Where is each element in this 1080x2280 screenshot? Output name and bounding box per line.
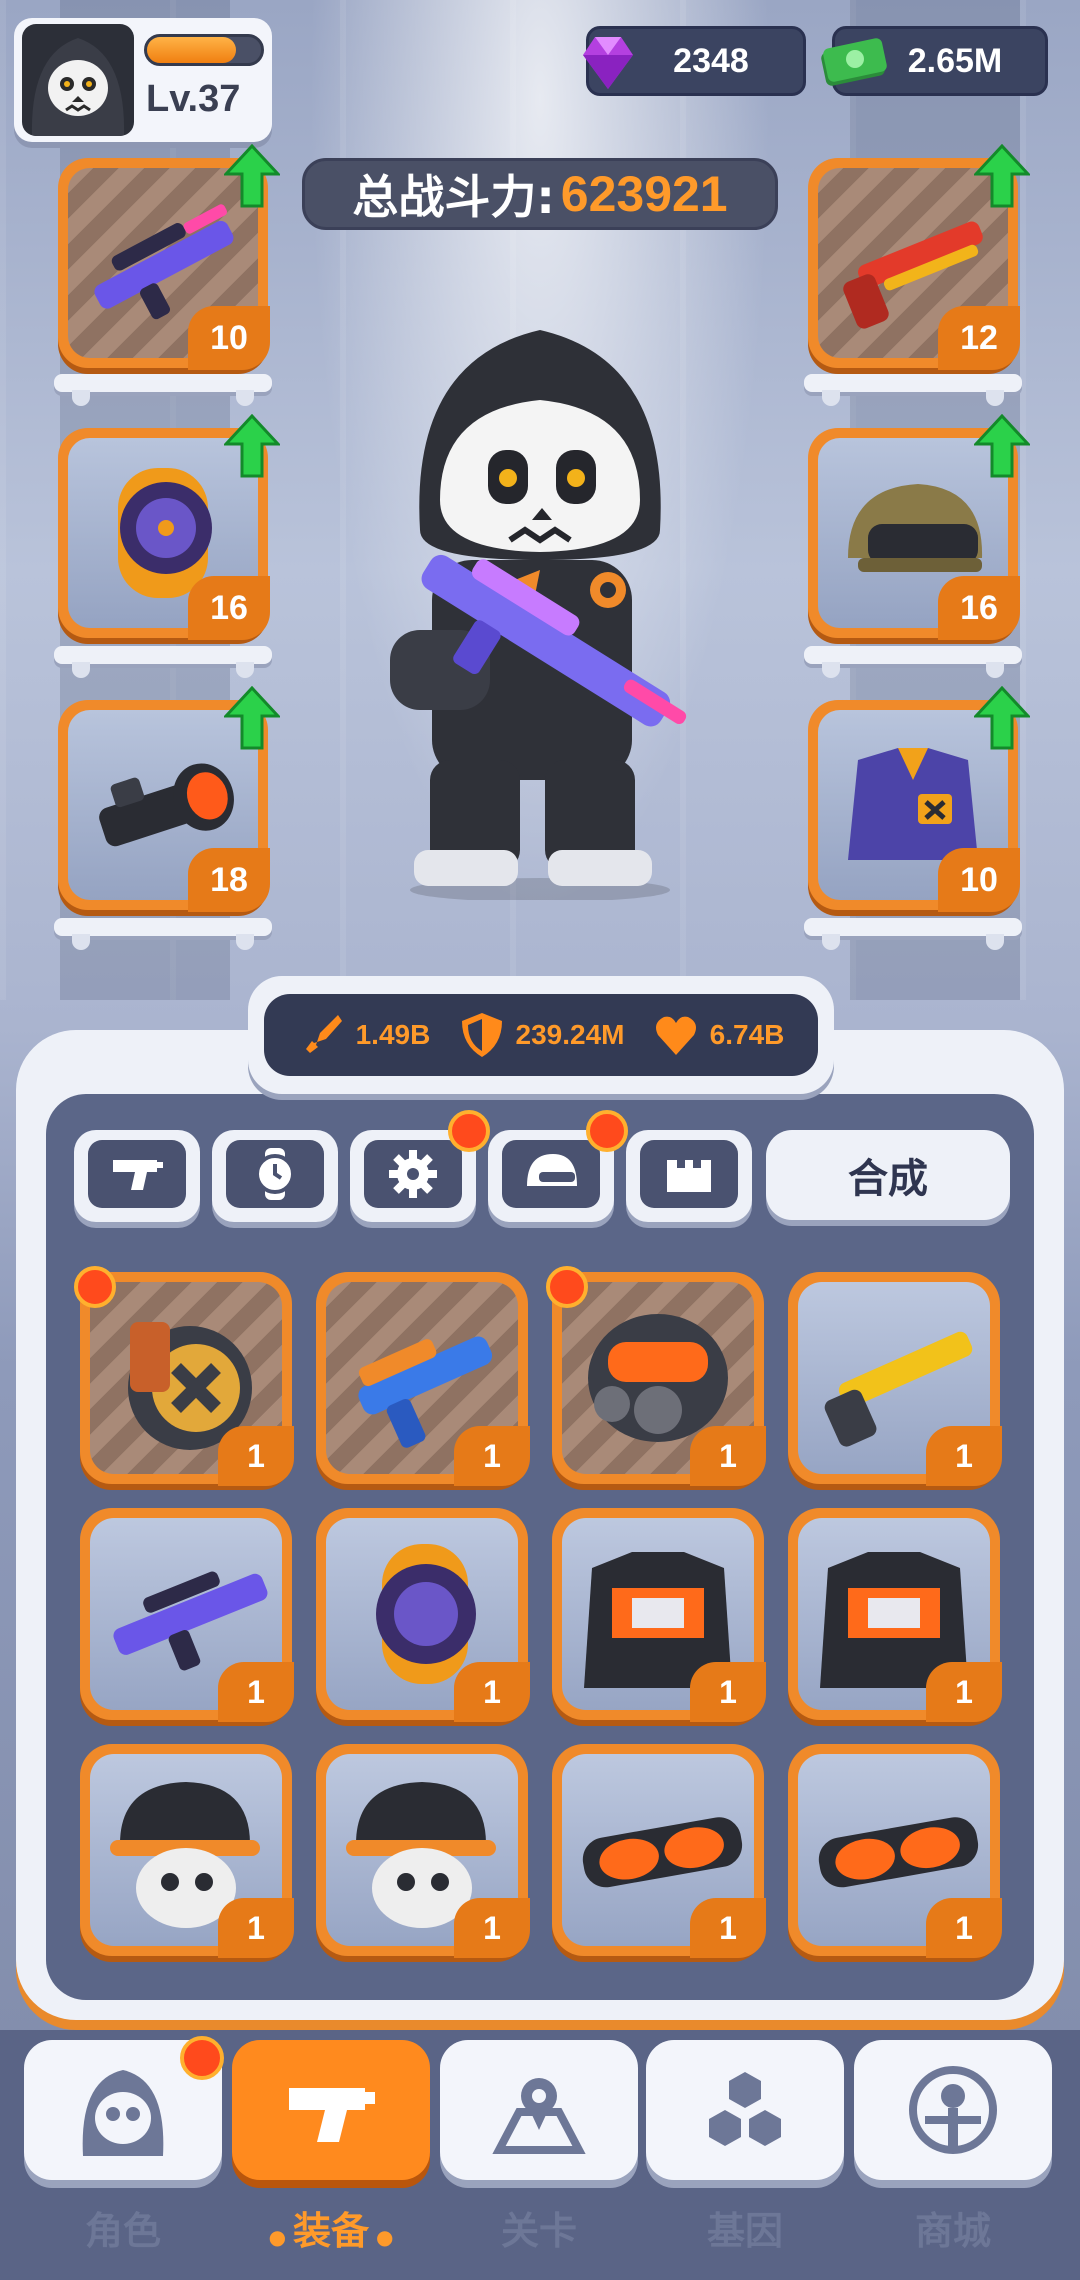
nav-shop[interactable]	[854, 2040, 1052, 2180]
heart-icon	[655, 1016, 696, 1055]
shelf	[54, 918, 272, 950]
upgrade-arrow-icon	[974, 686, 1030, 750]
nav-label: 关卡	[500, 2209, 577, 2253]
map-icon	[492, 2078, 586, 2154]
item-count: 1	[690, 1662, 766, 1722]
item-count: 1	[926, 1426, 1002, 1486]
nav-genes[interactable]	[646, 2040, 844, 2180]
cash-amount: 2.65M	[907, 41, 1003, 80]
shelf	[804, 374, 1022, 406]
item-count: 1	[454, 1662, 530, 1722]
total-power: 总战斗力: 623921	[302, 158, 778, 230]
equip-slot-helmet[interactable]: 16	[808, 414, 1030, 640]
power-value: 623921	[560, 166, 728, 222]
item-level: 16	[188, 576, 270, 640]
item-count: 1	[454, 1898, 530, 1958]
upgrade-arrow-icon	[224, 414, 280, 478]
defense-stat: 239.24M	[458, 1011, 624, 1059]
gene-icon	[709, 2072, 781, 2146]
health-stat: 6.74B	[652, 1011, 784, 1059]
inventory-item-gold-shotgun[interactable]: 1	[788, 1272, 1002, 1486]
character-model[interactable]	[370, 320, 710, 900]
power-label: 总战斗力:	[352, 170, 555, 224]
helmet-icon	[527, 1154, 577, 1186]
shield-icon	[461, 1013, 502, 1057]
shop-icon	[909, 2066, 997, 2154]
item-count: 1	[926, 1898, 1002, 1958]
xp-bar	[144, 34, 264, 66]
attack-stat: 1.49B	[298, 1011, 430, 1059]
tab-armor[interactable]	[626, 1130, 752, 1222]
item-count: 1	[926, 1662, 1002, 1722]
gem-icon	[583, 37, 633, 89]
nav-equipment[interactable]	[232, 2040, 430, 2180]
equip-slot-scope[interactable]: 18	[58, 686, 280, 912]
inventory-item-skull-cap[interactable]: 1	[80, 1744, 294, 1958]
nav-stages[interactable]	[440, 2040, 638, 2180]
character-icon	[82, 2070, 164, 2156]
equipment-icon	[289, 2088, 375, 2142]
cash-icon	[821, 38, 887, 86]
notification-badge	[586, 1110, 628, 1152]
inventory-item-purple-rifle[interactable]: 1	[80, 1508, 294, 1722]
gun-icon	[113, 1160, 163, 1190]
item-count: 1	[690, 1898, 766, 1958]
item-count: 1	[218, 1898, 294, 1958]
inventory-item-watch[interactable]: 1	[316, 1508, 530, 1722]
inventory-item-jacket[interactable]: 1	[552, 1508, 766, 1722]
nav-label: ● 装备 ●	[268, 2209, 394, 2253]
upgrade-arrow-icon	[974, 414, 1030, 478]
equip-slot-weapon[interactable]: 10	[58, 144, 280, 370]
shelf	[54, 646, 272, 678]
inventory-item-skull-cap[interactable]: 1	[316, 1744, 530, 1958]
equip-slot-watch[interactable]: 16	[58, 414, 280, 640]
item-count: 1	[690, 1426, 766, 1486]
notification-badge	[74, 1266, 116, 1308]
avatar[interactable]	[22, 24, 134, 136]
watch-icon	[255, 1148, 295, 1200]
item-level: 12	[938, 306, 1020, 370]
equip-slot-armor[interactable]: 10	[808, 686, 1030, 912]
inventory-item-jacket[interactable]: 1	[788, 1508, 1002, 1722]
item-count: 1	[454, 1426, 530, 1486]
item-count: 1	[218, 1426, 294, 1486]
shelf	[804, 918, 1022, 950]
player-card[interactable]: Lv.37	[14, 18, 272, 142]
notification-badge	[546, 1266, 588, 1308]
equip-slot-secondary[interactable]: 12	[808, 144, 1030, 370]
item-level: 10	[938, 848, 1020, 912]
armor-icon	[667, 1160, 711, 1192]
shelf	[54, 374, 272, 406]
inventory-item-gas-mask[interactable]: 1	[552, 1272, 766, 1486]
stats-bar: 1.49B 239.24M 6.74B	[248, 976, 834, 1094]
notification-badge	[448, 1110, 490, 1152]
gem-counter[interactable]: 2348	[583, 26, 806, 96]
gem-amount: 2348	[673, 41, 749, 80]
attack-icon	[305, 1015, 342, 1053]
inventory-item-goggles[interactable]: 1	[552, 1744, 766, 1958]
inventory-item-ammo-drum[interactable]: 1	[80, 1272, 294, 1486]
item-level: 18	[188, 848, 270, 912]
item-level: 10	[188, 306, 270, 370]
tab-watch[interactable]	[212, 1130, 338, 1222]
inventory-item-goggles[interactable]: 1	[788, 1744, 1002, 1958]
inventory-item-blue-pistol[interactable]: 1	[316, 1272, 530, 1486]
upgrade-arrow-icon	[224, 144, 280, 208]
item-count: 1	[218, 1662, 294, 1722]
nav-label: 角色	[84, 2209, 161, 2253]
gear-icon	[389, 1150, 437, 1198]
notification-badge	[180, 2036, 224, 2080]
upgrade-arrow-icon	[974, 144, 1030, 208]
nav-label: 基因	[706, 2209, 783, 2253]
item-level: 16	[938, 576, 1020, 640]
nav-label: 商城	[914, 2209, 991, 2253]
player-level: Lv.37	[146, 78, 241, 120]
upgrade-arrow-icon	[224, 686, 280, 750]
tab-weapon[interactable]	[74, 1130, 200, 1222]
cash-counter[interactable]: 2.65M	[821, 26, 1048, 96]
shelf	[804, 646, 1022, 678]
combine-button[interactable]: 合成	[766, 1130, 1010, 1220]
